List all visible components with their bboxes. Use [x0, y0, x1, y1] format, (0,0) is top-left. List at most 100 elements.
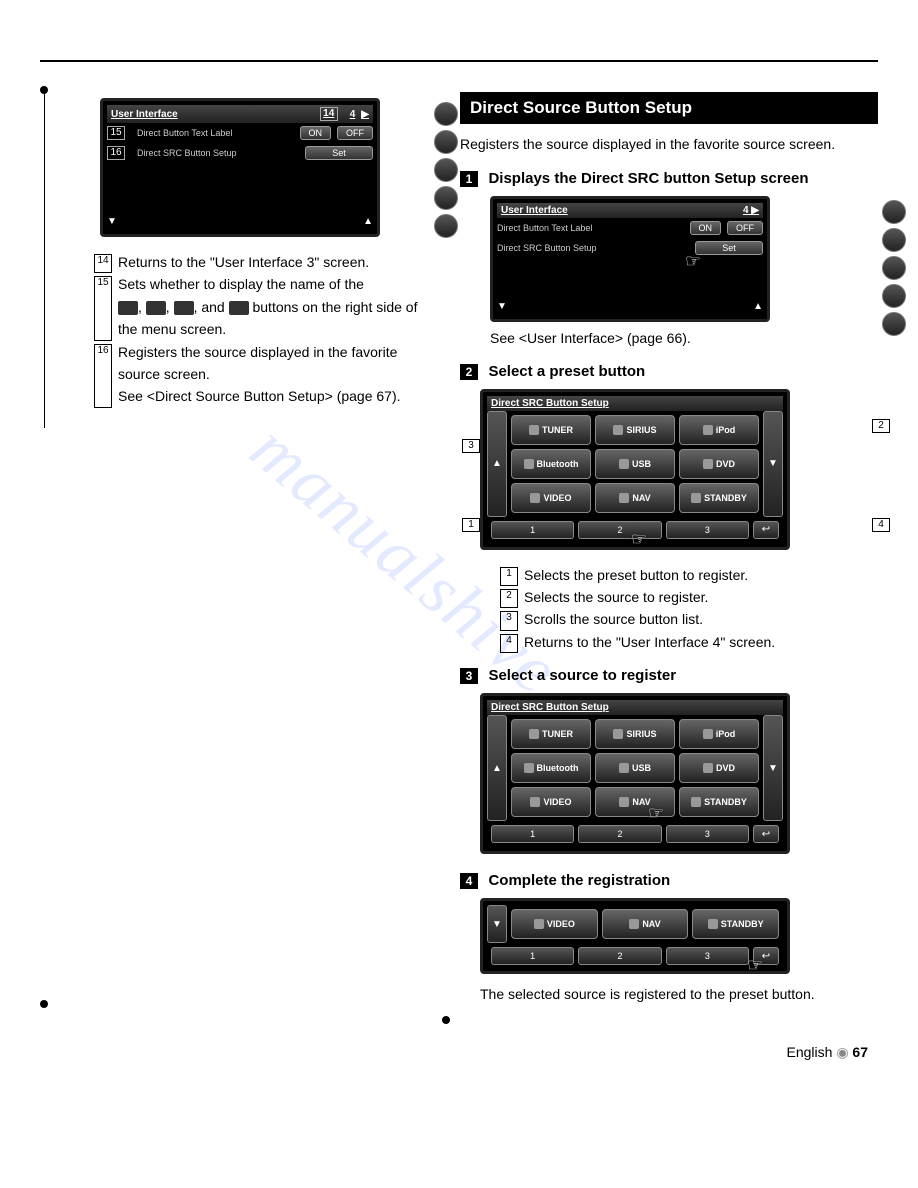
callout-4: 4: [872, 518, 890, 532]
nav-up-icon[interactable]: ▲: [753, 301, 763, 312]
scroll-down-button[interactable]: ▼: [487, 905, 507, 943]
source-button-nav[interactable]: NAV: [602, 909, 689, 939]
source-button-dvd[interactable]: DVD: [679, 449, 759, 479]
preset-2[interactable]: 2: [578, 825, 661, 843]
step-heading: 1 Displays the Direct SRC button Setup s…: [460, 170, 878, 188]
scroll-up-button[interactable]: ▲: [487, 715, 507, 821]
source-button-sirius[interactable]: SIRIUS: [595, 415, 675, 445]
label-direct-src: Direct SRC Button Setup: [137, 148, 299, 158]
source-button-sirius[interactable]: SIRIUS: [595, 719, 675, 749]
source-button-tuner[interactable]: TUNER: [511, 719, 591, 749]
preset-1[interactable]: 1: [491, 521, 574, 539]
cursor-icon: ☞: [685, 251, 707, 273]
side-icon[interactable]: [882, 228, 906, 252]
ipod-icon: [703, 729, 713, 739]
section-header: Direct Source Button Setup: [460, 92, 878, 124]
set-button[interactable]: Set: [305, 146, 373, 160]
text-4: Returns to the "User Interface 4" screen…: [524, 631, 878, 653]
preset-row: 1 2 3 ↩: [487, 821, 783, 847]
menu-icon: [146, 301, 166, 315]
side-icon[interactable]: [882, 256, 906, 280]
step4-caption: The selected source is registered to the…: [480, 984, 878, 1004]
manual-page: manualshive.com User Interface 14 4 ▶: [0, 0, 918, 1101]
step-4: 4 Complete the registration ▼ VIDEO NAV …: [460, 872, 878, 1004]
step1-caption: See <User Interface> (page 66).: [490, 328, 878, 348]
nav-down-icon[interactable]: ▼: [107, 216, 117, 227]
num-15: 15: [94, 276, 112, 340]
on-button[interactable]: ON: [690, 221, 722, 235]
top-rule: [40, 60, 878, 62]
source-button-bluetooth[interactable]: Bluetooth: [511, 449, 591, 479]
nav-down-icon[interactable]: ▼: [497, 301, 507, 312]
screen-titlebar: Direct SRC Button Setup: [487, 700, 783, 715]
scroll-down-button[interactable]: ▼: [763, 715, 783, 821]
source-button-video[interactable]: VIDEO: [511, 909, 598, 939]
scroll-up-button[interactable]: ▲: [487, 411, 507, 517]
side-icon[interactable]: [882, 284, 906, 308]
text-2: Selects the source to register.: [524, 586, 878, 608]
screen-title: User Interface: [111, 109, 178, 120]
step-1: 1 Displays the Direct SRC button Setup s…: [460, 170, 878, 348]
source-row: VIDEO NAV STANDBY: [507, 905, 783, 943]
screen-title: User Interface: [501, 205, 568, 216]
source-button-ipod[interactable]: iPod: [679, 719, 759, 749]
side-icon[interactable]: [434, 130, 458, 154]
source-button-video[interactable]: VIDEO: [511, 483, 591, 513]
screen-title: Direct SRC Button Setup: [491, 702, 609, 713]
preset-2[interactable]: 2: [578, 947, 661, 965]
side-icon[interactable]: [882, 200, 906, 224]
source-button-ipod[interactable]: iPod: [679, 415, 759, 445]
step-heading: 2 Select a preset button: [460, 363, 878, 381]
source-button-standby[interactable]: STANDBY: [692, 909, 779, 939]
source-button-standby[interactable]: STANDBY: [679, 787, 759, 817]
callout-descriptions: 14 Returns to the "User Interface 3" scr…: [94, 251, 430, 408]
two-column-layout: User Interface 14 4 ▶ 15 Direct Button T…: [40, 92, 878, 1004]
text-15: Sets whether to display the name of the …: [118, 273, 430, 340]
nav-icon: [619, 493, 629, 503]
side-icon[interactable]: [434, 158, 458, 182]
off-button[interactable]: OFF: [337, 126, 373, 140]
preset-3[interactable]: 3: [666, 521, 749, 539]
source-button-tuner[interactable]: TUNER: [511, 415, 591, 445]
side-icon[interactable]: [434, 214, 458, 238]
return-button[interactable]: ↩: [753, 825, 779, 843]
preset-1[interactable]: 1: [491, 825, 574, 843]
side-icon-column: [434, 102, 458, 238]
text-3: Scrolls the source button list.: [524, 608, 878, 630]
nav-up-icon[interactable]: ▲: [363, 216, 373, 227]
source-button-bluetooth[interactable]: Bluetooth: [511, 753, 591, 783]
on-button[interactable]: ON: [300, 126, 332, 140]
return-button[interactable]: ↩: [753, 521, 779, 539]
cursor-icon: ☞: [747, 955, 769, 977]
desc-16: 16 Registers the source displayed in the…: [94, 341, 430, 408]
source-button-standby[interactable]: STANDBY: [679, 483, 759, 513]
screen-direct-src-setup: Direct SRC Button Setup ▲ TUNER SIRIUS i…: [480, 693, 790, 854]
screen-titlebar: User Interface 14 4 ▶: [107, 105, 373, 123]
bluetooth-icon: [524, 763, 534, 773]
source-button-usb[interactable]: USB: [595, 449, 675, 479]
side-icon[interactable]: [434, 102, 458, 126]
desc-1: 1Selects the preset button to register.: [500, 564, 878, 586]
scroll-down-button[interactable]: ▼: [763, 411, 783, 517]
off-button[interactable]: OFF: [727, 221, 763, 235]
timeline-dot-bottom: [40, 1000, 48, 1008]
side-icon[interactable]: [434, 186, 458, 210]
source-button-usb[interactable]: USB: [595, 753, 675, 783]
source-grid: TUNER SIRIUS iPod Bluetooth USB DVD VIDE…: [507, 715, 763, 821]
step-number: 4: [460, 873, 478, 889]
preset-3[interactable]: 3: [666, 947, 749, 965]
desc-14: 14 Returns to the "User Interface 3" scr…: [94, 251, 430, 273]
standby-icon: [691, 797, 701, 807]
preset-3[interactable]: 3: [666, 825, 749, 843]
left-column: User Interface 14 4 ▶ 15 Direct Button T…: [40, 92, 430, 1004]
figure-step4-screen: ▼ VIDEO NAV STANDBY 1 2: [480, 898, 878, 974]
callout-16: 16: [107, 146, 125, 160]
source-button-dvd[interactable]: DVD: [679, 753, 759, 783]
sirius-icon: [613, 729, 623, 739]
step-number: 2: [460, 364, 478, 380]
preset-1[interactable]: 1: [491, 947, 574, 965]
source-button-video[interactable]: VIDEO: [511, 787, 591, 817]
num-16: 16: [94, 344, 112, 408]
side-icon[interactable]: [882, 312, 906, 336]
source-button-nav[interactable]: NAV: [595, 483, 675, 513]
